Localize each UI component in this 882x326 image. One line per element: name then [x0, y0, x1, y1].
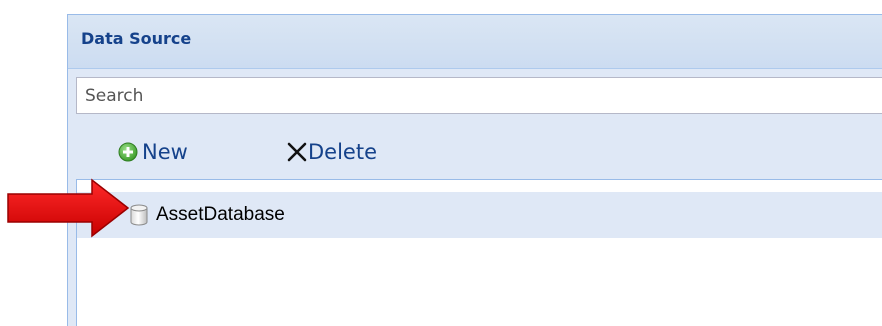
new-button-label: New: [142, 140, 188, 164]
new-button[interactable]: New: [118, 137, 188, 167]
delete-x-icon: [287, 142, 307, 162]
search-input[interactable]: [76, 77, 882, 114]
page: Data Source New: [0, 0, 882, 326]
panel-header: Data Source: [68, 15, 882, 69]
delete-button-label: Delete: [308, 140, 377, 164]
toolbar: New Delete: [68, 123, 882, 179]
panel-title: Data Source: [81, 29, 192, 48]
list-item-asset-database[interactable]: AssetDatabase: [77, 192, 882, 238]
data-source-panel: Data Source New: [67, 14, 882, 326]
list-item-label: AssetDatabase: [156, 204, 285, 225]
add-icon: [118, 142, 138, 162]
database-icon: [130, 204, 148, 226]
data-source-list: AssetDatabase: [76, 179, 882, 326]
delete-button[interactable]: Delete: [286, 137, 377, 167]
red-arrow-icon: [7, 178, 130, 238]
